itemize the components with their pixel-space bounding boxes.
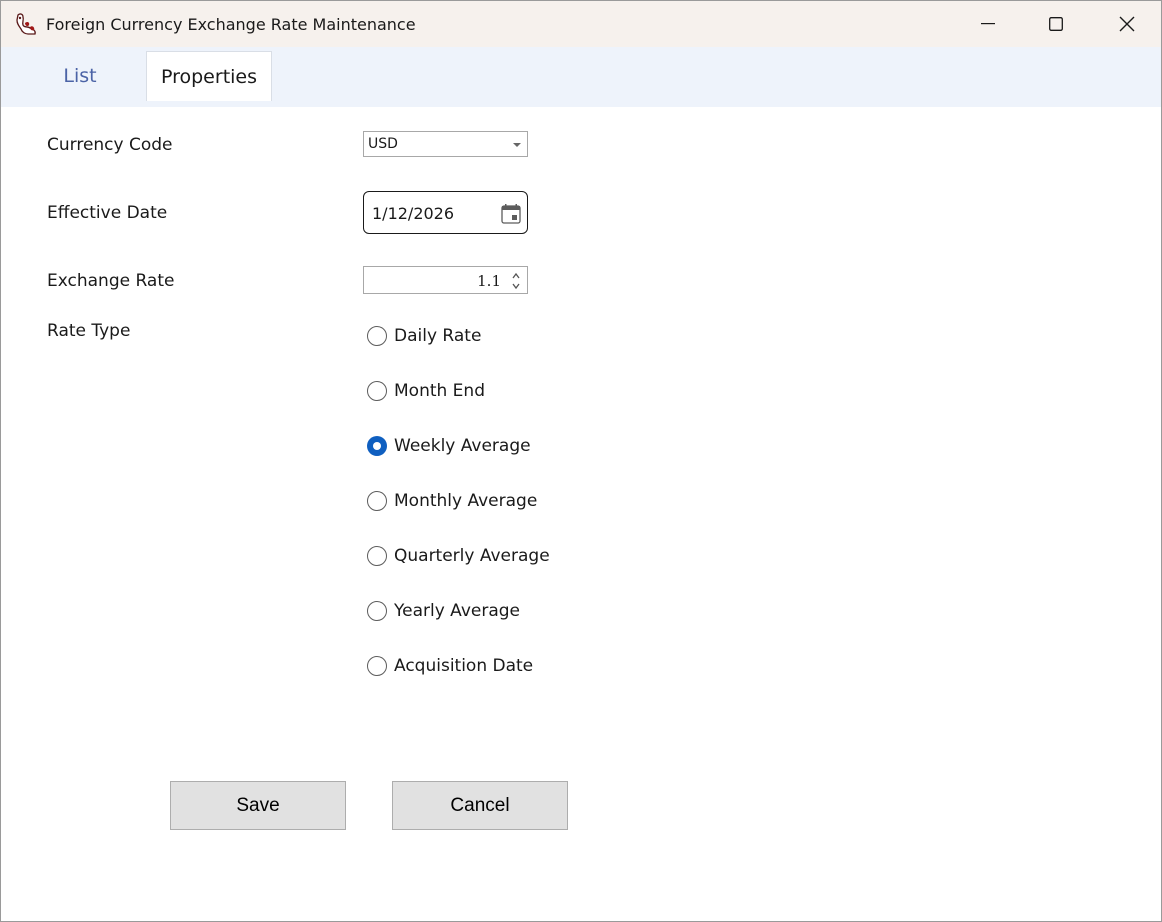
maximize-button[interactable]	[1021, 1, 1091, 47]
exchange-rate-label: Exchange Rate	[47, 271, 175, 291]
close-icon	[1119, 16, 1135, 32]
tab-properties[interactable]: Properties	[146, 51, 272, 101]
radio-button[interactable]	[367, 381, 387, 401]
radio-button[interactable]	[367, 656, 387, 676]
spin-down-icon[interactable]	[511, 282, 521, 290]
title-bar[interactable]: Foreign Currency Exchange Rate Maintenan…	[1, 1, 1161, 47]
radio-label[interactable]: Quarterly Average	[394, 546, 550, 566]
radio-label[interactable]: Weekly Average	[394, 436, 531, 456]
radio-yearly-average[interactable]: Yearly Average	[367, 600, 520, 622]
radio-label[interactable]: Yearly Average	[394, 601, 520, 621]
minimize-button[interactable]	[953, 1, 1023, 47]
radio-acquisition-date[interactable]: Acquisition Date	[367, 655, 533, 677]
radio-monthly-average[interactable]: Monthly Average	[367, 490, 537, 512]
app-logo-icon	[16, 13, 36, 35]
spin-up-icon[interactable]	[511, 272, 521, 280]
chevron-down-icon[interactable]	[513, 143, 521, 147]
radio-quarterly-average[interactable]: Quarterly Average	[367, 545, 550, 567]
radio-daily-rate[interactable]: Daily Rate	[367, 325, 481, 347]
tab-strip: List Properties	[1, 47, 1161, 107]
effective-date-label: Effective Date	[47, 203, 168, 223]
radio-label[interactable]: Daily Rate	[394, 326, 481, 346]
rate-type-label: Rate Type	[47, 321, 131, 341]
maximize-icon	[1049, 17, 1063, 31]
exchange-rate-window: Foreign Currency Exchange Rate Maintenan…	[0, 0, 1162, 922]
radio-button[interactable]	[367, 601, 387, 621]
radio-button[interactable]	[367, 491, 387, 511]
radio-label[interactable]: Month End	[394, 381, 485, 401]
radio-weekly-average[interactable]: Weekly Average	[367, 435, 531, 457]
close-button[interactable]	[1092, 1, 1161, 47]
cancel-button[interactable]: Cancel	[392, 781, 568, 830]
minimize-icon	[981, 23, 995, 25]
radio-label[interactable]: Acquisition Date	[394, 656, 533, 676]
radio-month-end[interactable]: Month End	[367, 380, 485, 402]
radio-button[interactable]	[367, 546, 387, 566]
exchange-rate-value[interactable]: 1.1	[477, 272, 501, 290]
effective-date-picker[interactable]: 1/12/2026	[363, 191, 528, 234]
radio-label[interactable]: Monthly Average	[394, 491, 537, 511]
tab-list[interactable]: List	[35, 51, 125, 100]
currency-code-label: Currency Code	[47, 135, 173, 155]
radio-button-checked[interactable]	[367, 436, 387, 456]
currency-code-dropdown[interactable]: USD	[363, 131, 528, 157]
currency-code-value: USD	[368, 136, 398, 152]
window-title: Foreign Currency Exchange Rate Maintenan…	[46, 15, 416, 34]
effective-date-value[interactable]: 1/12/2026	[372, 204, 454, 223]
calendar-icon[interactable]	[500, 203, 522, 225]
radio-button[interactable]	[367, 326, 387, 346]
exchange-rate-stepper[interactable]: 1.1	[363, 266, 528, 294]
save-button[interactable]: Save	[170, 781, 346, 830]
